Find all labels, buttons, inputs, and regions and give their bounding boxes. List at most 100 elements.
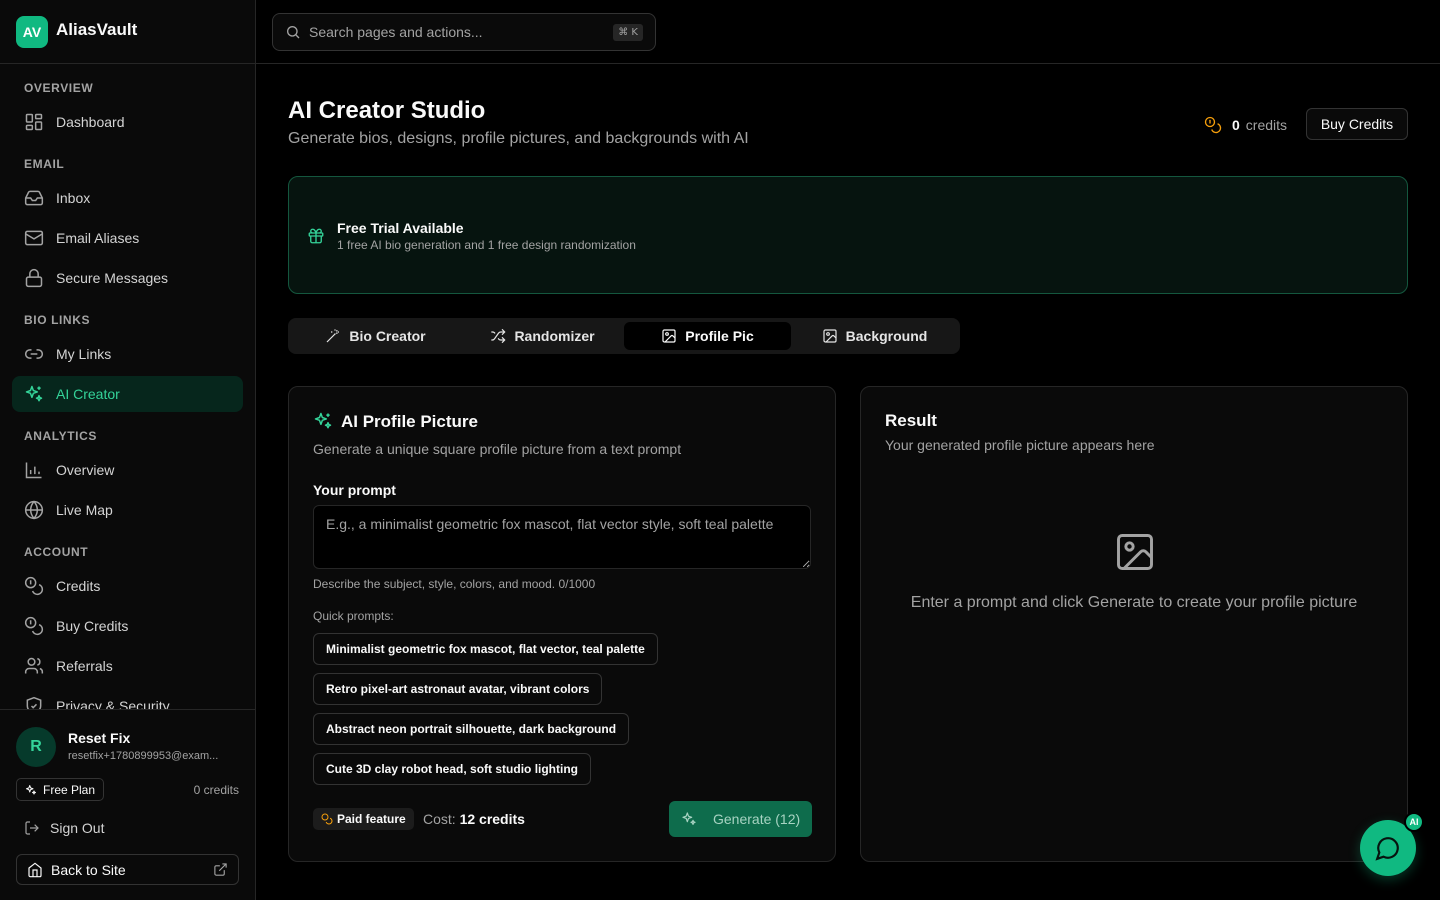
users-icon: [24, 656, 44, 676]
wand-icon: [326, 329, 340, 343]
brand[interactable]: AV AliasVault: [0, 0, 255, 64]
quick-prompt-chip[interactable]: Retro pixel-art astronaut avatar, vibran…: [313, 673, 603, 705]
result-description: Your generated profile picture appears h…: [885, 437, 1155, 453]
sidebar-item-label: Buy Credits: [56, 618, 129, 634]
user-name: Reset Fix: [68, 730, 131, 746]
search-input[interactable]: [309, 24, 589, 40]
user-panel: R Reset Fix resetfix+1780899953@exam... …: [0, 709, 255, 900]
user-credits: 0 credits: [193, 783, 239, 797]
tab-label: Bio Creator: [349, 328, 426, 344]
dashboard-icon: [24, 112, 44, 132]
sidebar-nav: OVERVIEW Dashboard EMAIL Inbox Email Ali…: [0, 64, 255, 709]
sidebar-item-ai-creator[interactable]: AI Creator: [12, 376, 243, 412]
section-overview: OVERVIEW: [24, 81, 94, 95]
shuffle-icon: [491, 328, 506, 344]
quick-prompts-label: Quick prompts:: [313, 609, 394, 623]
sidebar-item-credits[interactable]: Credits: [12, 568, 243, 604]
credits-balance: 0 credits: [1204, 116, 1287, 134]
plan-label: Free Plan: [43, 782, 96, 797]
tab-background[interactable]: Background: [791, 322, 958, 350]
sidebar-item-label: Credits: [56, 578, 101, 594]
sidebar-item-overview[interactable]: Overview: [12, 452, 243, 488]
prompt-textarea[interactable]: [313, 505, 811, 569]
generate-button-label: Generate (12): [713, 811, 801, 827]
result-card: Result Your generated profile picture ap…: [860, 386, 1408, 862]
gift-icon: [308, 228, 324, 244]
prompt-label: Your prompt: [313, 482, 396, 498]
sidebar-item-label: Email Aliases: [56, 230, 140, 246]
back-to-site-button[interactable]: Back to Site: [16, 854, 239, 885]
sidebar-item-buy-credits[interactable]: Buy Credits: [12, 608, 243, 644]
sign-out-button[interactable]: Sign Out: [24, 820, 104, 836]
paid-feature-label: Paid feature: [337, 812, 406, 826]
shield-check-icon: [24, 696, 44, 709]
banner-description: 1 free AI bio generation and 1 free desi…: [337, 238, 636, 252]
cost-label: Cost:: [423, 811, 456, 827]
tab-label: Profile Pic: [685, 328, 754, 344]
sidebar-item-label: Live Map: [56, 502, 113, 518]
sidebar-item-email-aliases[interactable]: Email Aliases: [12, 220, 243, 256]
sparkles-icon: [24, 384, 44, 404]
search-box[interactable]: ⌘ K: [272, 13, 656, 51]
quick-prompt-chip[interactable]: Minimalist geometric fox mascot, flat ve…: [313, 633, 658, 665]
sidebar-item-live-map[interactable]: Live Map: [12, 492, 243, 528]
sidebar-item-label: Inbox: [56, 190, 91, 206]
sidebar-item-privacy-security[interactable]: Privacy & Security: [12, 688, 243, 709]
tab-label: Randomizer: [514, 328, 595, 344]
buy-credits-button[interactable]: Buy Credits: [1306, 108, 1408, 140]
sign-out-label: Sign Out: [50, 820, 105, 836]
globe-icon: [24, 500, 44, 520]
generate-button[interactable]: Generate (12): [669, 801, 812, 837]
image-placeholder-icon: [1117, 534, 1153, 570]
search-shortcut: ⌘ K: [613, 24, 643, 41]
tab-label: Background: [845, 328, 928, 344]
section-analytics: ANALYTICS: [24, 429, 97, 443]
sidebar-item-label: Privacy & Security: [56, 698, 170, 709]
tab-randomizer[interactable]: Randomizer: [459, 322, 626, 350]
coins-icon: [24, 616, 44, 636]
sparkles-icon: [682, 812, 696, 825]
home-icon: [28, 862, 42, 877]
profile-picture-generator-card: AI Profile Picture Generate a unique squ…: [288, 386, 836, 862]
page-subtitle: Generate bios, designs, profile pictures…: [288, 130, 749, 147]
sidebar-item-dashboard[interactable]: Dashboard: [12, 104, 243, 140]
section-email: EMAIL: [24, 157, 65, 171]
image-icon: [823, 329, 837, 343]
sidebar-item-label: Secure Messages: [56, 270, 169, 286]
bar-chart-icon: [24, 460, 44, 480]
ai-badge: AI: [1404, 812, 1424, 832]
message-circle-icon: [1375, 837, 1399, 861]
prompt-help-text: Describe the subject, style, colors, and…: [313, 577, 596, 591]
coins-icon: [1204, 116, 1222, 134]
free-trial-banner: Free Trial Available 1 free AI bio gener…: [288, 176, 1408, 294]
avatar[interactable]: R: [16, 727, 56, 767]
creator-tabs: Bio Creator Randomizer Profile Pic Backg…: [288, 318, 960, 354]
brand-name: AliasVault: [56, 20, 138, 39]
sidebar-item-label: Referrals: [56, 658, 113, 674]
sidebar-item-secure-messages[interactable]: Secure Messages: [12, 260, 243, 296]
sidebar-item-inbox[interactable]: Inbox: [12, 180, 243, 216]
sidebar-item-label: My Links: [56, 346, 112, 362]
tab-profile-pic[interactable]: Profile Pic: [624, 322, 791, 350]
sidebar-item-label: Overview: [56, 462, 115, 478]
brand-logo: AV: [16, 16, 48, 48]
quick-prompt-chip[interactable]: Abstract neon portrait silhouette, dark …: [313, 713, 630, 745]
inbox-icon: [24, 188, 44, 208]
sidebar-item-referrals[interactable]: Referrals: [12, 648, 243, 684]
result-placeholder-text: Enter a prompt and click Generate to cre…: [910, 594, 1358, 611]
quick-prompt-chip[interactable]: Cute 3D clay robot head, soft studio lig…: [313, 753, 592, 785]
page-title: AI Creator Studio: [288, 97, 486, 124]
image-icon: [662, 329, 676, 343]
sidebar-item-my-links[interactable]: My Links: [12, 336, 243, 372]
banner-title: Free Trial Available: [337, 220, 464, 236]
mail-icon: [24, 228, 44, 248]
cost-value: 12 credits: [459, 811, 525, 827]
result-title: Result: [885, 411, 937, 430]
user-email: resetfix+1780899953@exam...: [68, 750, 219, 762]
sparkles-icon: [314, 412, 332, 429]
lock-icon: [24, 268, 44, 288]
tab-bio-creator[interactable]: Bio Creator: [292, 322, 459, 350]
sidebar: AV AliasVault OVERVIEW Dashboard EMAIL I…: [0, 0, 256, 900]
search-icon: [287, 26, 300, 39]
sparkles-icon: [26, 784, 36, 794]
